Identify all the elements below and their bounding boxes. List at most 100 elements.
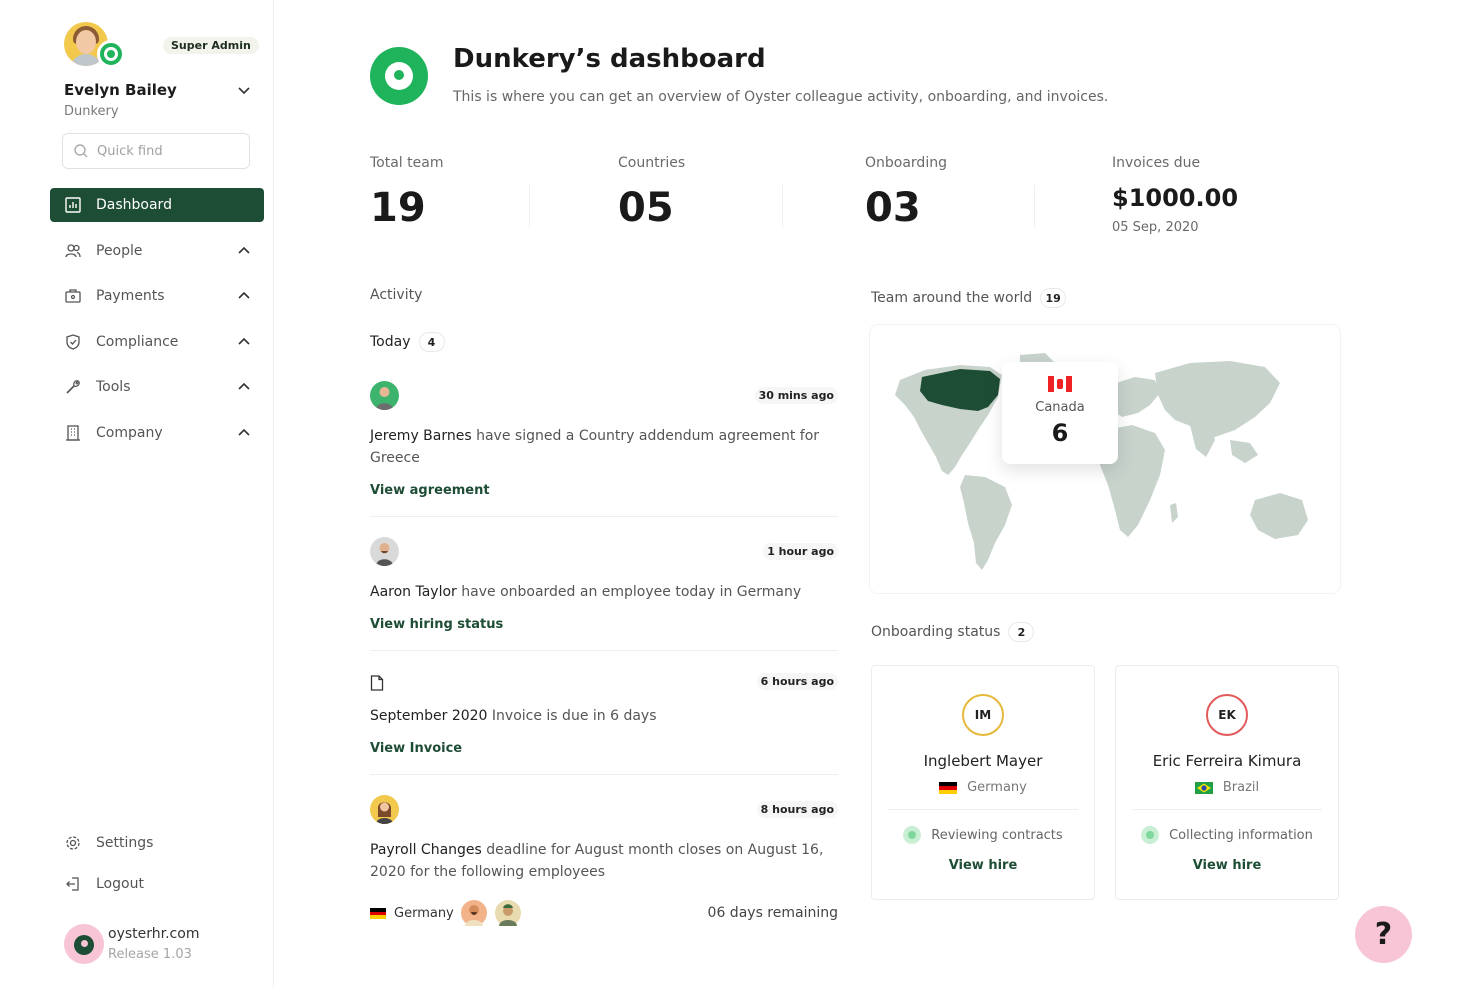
nav-item-dashboard[interactable]: Dashboard bbox=[50, 188, 264, 222]
today-label: Today bbox=[370, 334, 411, 350]
country-name: Brazil bbox=[1222, 780, 1260, 795]
stat-total-team: Total team 19 bbox=[370, 155, 443, 231]
chevron-up-icon[interactable] bbox=[236, 379, 252, 395]
stat-label: Total team bbox=[370, 155, 444, 171]
nav-item-logout[interactable]: Logout bbox=[50, 867, 264, 901]
quick-find[interactable] bbox=[62, 133, 250, 169]
germany-flag-icon bbox=[939, 781, 958, 794]
activity-description: have onboarded an employee today in Germ… bbox=[456, 584, 802, 600]
divider bbox=[1132, 809, 1322, 810]
page-title: Dunkery’s dashboard bbox=[453, 44, 766, 74]
activity-actor: September 2020 bbox=[370, 708, 488, 724]
activity-actor: Jeremy Barnes bbox=[370, 428, 472, 444]
view-invoice-link[interactable]: View Invoice bbox=[370, 741, 462, 756]
employee-avatar[interactable] bbox=[493, 898, 523, 928]
nav-item-company[interactable]: Company bbox=[50, 416, 264, 450]
stat-onboarding: Onboarding 03 bbox=[865, 155, 947, 231]
activity-item: 6 hours ago September 2020 Invoice is du… bbox=[370, 667, 838, 777]
activity-text: Jeremy Barnes have signed a Country adde… bbox=[370, 425, 838, 469]
avatar bbox=[370, 795, 399, 824]
onboarding-card: IM Inglebert Mayer Germany Reviewing con… bbox=[871, 665, 1095, 900]
team-map-count: 19 bbox=[1040, 288, 1067, 308]
user-avatar[interactable] bbox=[64, 22, 125, 72]
view-hiring-status-link[interactable]: View hiring status bbox=[370, 617, 503, 632]
nav-label: Logout bbox=[96, 876, 144, 892]
nav-item-tools[interactable]: Tools bbox=[50, 370, 264, 404]
stat-label: Onboarding bbox=[865, 155, 947, 171]
activity-item: 30 mins ago Jeremy Barnes have signed a … bbox=[370, 381, 838, 521]
stat-countries: Countries 05 bbox=[618, 155, 685, 231]
nav-item-people[interactable]: People bbox=[50, 234, 264, 268]
stat-value: 05 bbox=[618, 185, 674, 231]
people-icon bbox=[65, 243, 81, 257]
onboarding-status: Collecting information bbox=[1116, 826, 1338, 844]
stat-label: Invoices due bbox=[1112, 155, 1201, 171]
brand-name: oysterhr.com bbox=[108, 926, 200, 942]
stat-divider bbox=[529, 185, 530, 227]
brazil-flag-icon bbox=[1194, 781, 1213, 794]
chevron-up-icon[interactable] bbox=[236, 334, 252, 350]
chevron-down-icon[interactable] bbox=[236, 82, 252, 98]
role-badge: Super Admin bbox=[163, 37, 259, 54]
stat-invoices-due: Invoices due $1000.00 05 Sep, 2020 bbox=[1112, 155, 1238, 235]
activity-description: Invoice is due in 6 days bbox=[487, 708, 657, 724]
oyster-badge-icon bbox=[97, 40, 125, 68]
search-input[interactable] bbox=[97, 143, 237, 159]
status-text: Collecting information bbox=[1169, 827, 1313, 843]
document-icon bbox=[370, 675, 384, 691]
activity-time: 6 hours ago bbox=[756, 673, 838, 690]
status-dot-icon bbox=[1141, 826, 1160, 844]
view-agreement-link[interactable]: View agreement bbox=[370, 483, 490, 498]
gear-icon bbox=[66, 836, 80, 850]
nav-item-settings[interactable]: Settings bbox=[50, 826, 264, 860]
chart-icon bbox=[65, 197, 81, 213]
employee-name: Inglebert Mayer bbox=[923, 752, 1043, 770]
page-subtitle: This is where you can get an overview of… bbox=[453, 89, 1109, 105]
payroll-country: Germany bbox=[394, 906, 454, 921]
company-logo-icon bbox=[370, 47, 428, 105]
bottom-nav: Settings Logout bbox=[50, 826, 264, 908]
activity-text: Aaron Taylor have onboarded an employee … bbox=[370, 581, 838, 603]
activity-text: September 2020 Invoice is due in 6 days bbox=[370, 705, 838, 727]
nav-label: Compliance bbox=[96, 333, 179, 350]
nav-label: People bbox=[96, 242, 143, 259]
chevron-up-icon[interactable] bbox=[236, 425, 252, 441]
onboarding-heading: Onboarding status 2 bbox=[871, 622, 1035, 642]
employee-initials: EK bbox=[1206, 694, 1248, 736]
tooltip-country: Canada bbox=[1035, 400, 1085, 415]
stat-value: 19 bbox=[370, 185, 426, 231]
activity-actor: Payroll Changes bbox=[370, 842, 482, 858]
activity-label: Activity bbox=[370, 287, 423, 303]
nav-label: Payments bbox=[96, 288, 165, 305]
nav-label: Tools bbox=[96, 379, 131, 396]
logout-icon bbox=[66, 877, 79, 891]
view-hire-link[interactable]: View hire bbox=[1116, 858, 1338, 873]
building-icon bbox=[66, 425, 80, 441]
chevron-up-icon[interactable] bbox=[236, 288, 252, 304]
release-version: Release 1.03 bbox=[108, 947, 192, 962]
onboarding-card: EK Eric Ferreira Kimura Brazil Collectin… bbox=[1115, 665, 1339, 900]
days-remaining: 06 days remaining bbox=[707, 905, 838, 921]
activity-time: 1 hour ago bbox=[763, 543, 838, 560]
activity-item: 1 hour ago Aaron Taylor have onboarded a… bbox=[370, 537, 838, 657]
stat-divider bbox=[782, 185, 783, 227]
onboarding-label: Onboarding status bbox=[871, 624, 1001, 640]
activity-time: 8 hours ago bbox=[756, 801, 838, 818]
view-hire-link[interactable]: View hire bbox=[872, 858, 1094, 873]
canada-flag-icon bbox=[1048, 376, 1072, 392]
nav-item-payments[interactable]: Payments bbox=[50, 279, 264, 313]
nav-item-compliance[interactable]: Compliance bbox=[50, 325, 264, 359]
avatar bbox=[370, 381, 399, 410]
help-button[interactable]: ? bbox=[1355, 906, 1412, 963]
employee-initials: IM bbox=[962, 694, 1004, 736]
tools-icon bbox=[66, 380, 80, 394]
employee-name: Eric Ferreira Kimura bbox=[1152, 752, 1302, 770]
activity-time: 30 mins ago bbox=[754, 387, 838, 404]
stat-date: 05 Sep, 2020 bbox=[1112, 220, 1199, 235]
employee-avatar[interactable] bbox=[459, 898, 489, 928]
status-dot-icon bbox=[903, 826, 922, 844]
chevron-up-icon[interactable] bbox=[236, 243, 252, 259]
divider bbox=[370, 650, 838, 651]
wallet-icon bbox=[65, 289, 81, 303]
avatar bbox=[370, 537, 399, 566]
